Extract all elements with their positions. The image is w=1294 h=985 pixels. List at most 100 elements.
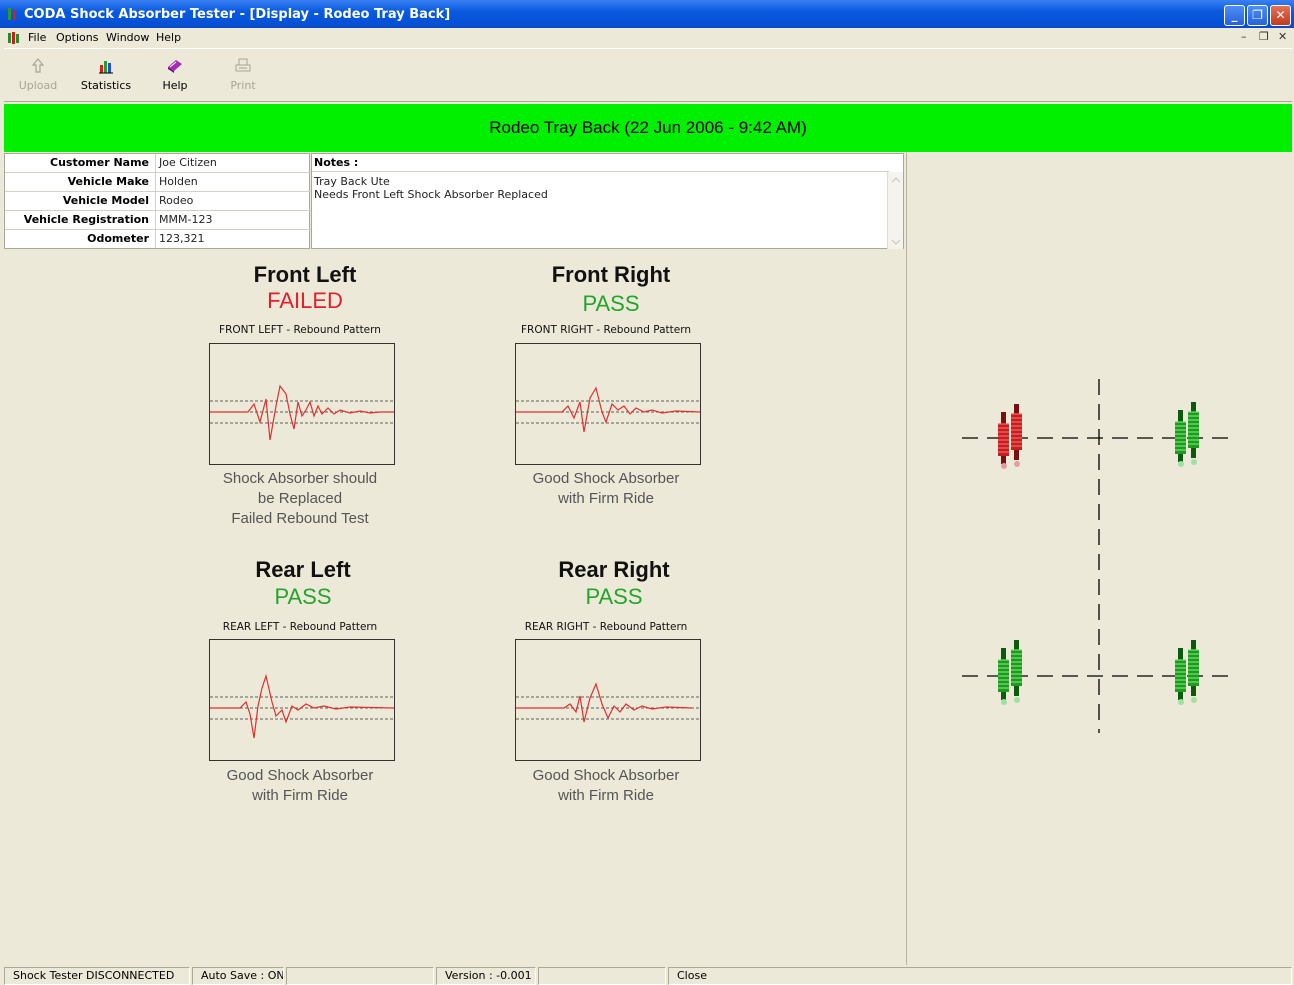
- title-bar: CODA Shock Absorber Tester - [Display - …: [0, 0, 1294, 28]
- menu-file[interactable]: File: [28, 31, 46, 44]
- toolbar: Upload Statistics Help Print: [4, 48, 1292, 102]
- minimize-button[interactable]: _: [1224, 5, 1245, 26]
- diagnosis-line: Shock Absorber should: [222, 470, 378, 487]
- status-empty: [286, 967, 434, 985]
- statistics-label: Statistics: [80, 79, 132, 92]
- front-right-graph-caption: FRONT RIGHT - Rebound Pattern: [521, 324, 691, 336]
- rebound-trace: [516, 682, 700, 723]
- diagnosis-line: with Firm Ride: [558, 787, 654, 804]
- test-banner: Rodeo Tray Back (22 Jun 2006 - 9:42 AM): [4, 104, 1292, 152]
- diagnosis-line: Good Shock Absorber: [532, 470, 680, 487]
- rear-left-diagnosis: Good Shock Absorber with Firm Ride: [180, 766, 420, 806]
- vehicle-registration-value[interactable]: MMM-123: [159, 211, 212, 229]
- print-button[interactable]: Print: [213, 55, 273, 99]
- info-label: Vehicle Registration: [5, 211, 156, 229]
- info-row: Vehicle Registration MMM-123: [5, 211, 311, 230]
- rear-right-rebound-graph: [515, 639, 701, 761]
- notes-line: Tray Back Ute: [314, 175, 390, 188]
- front-left-rebound-graph: [209, 343, 395, 465]
- scroll-arrows-icon: [891, 177, 901, 245]
- front-left-status: FAILED: [267, 288, 343, 313]
- connection-status: Shock Tester DISCONNECTED: [4, 967, 190, 985]
- front-left-diagnosis: Shock Absorber should be Replaced Failed…: [180, 469, 420, 529]
- vehicle-info-table: Customer Name Joe Citizen Vehicle Make H…: [4, 153, 311, 249]
- rear-right-shock-icon[interactable]: [1174, 639, 1200, 706]
- front-left-graph-caption: FRONT LEFT - Rebound Pattern: [219, 324, 381, 336]
- version-status: Version : -0.001: [436, 967, 536, 985]
- diagnosis-line: be Replaced: [257, 490, 343, 507]
- status-empty: [538, 967, 666, 985]
- customer-name-value[interactable]: Joe Citizen: [159, 154, 217, 172]
- results-panel: Front Left FAILED FRONT LEFT - Rebound P…: [4, 250, 905, 965]
- vehicle-axle-diagram: [962, 379, 1237, 733]
- notes-textarea[interactable]: Tray Back Ute Needs Front Left Shock Abs…: [314, 175, 548, 201]
- info-row: Odometer 123,321: [5, 230, 311, 249]
- info-label: Vehicle Model: [5, 192, 156, 210]
- notes-panel: Notes : Tray Back Ute Needs Front Left S…: [311, 153, 904, 249]
- help-book-icon: [168, 60, 182, 73]
- autosave-status: Auto Save : ON: [192, 967, 284, 985]
- odometer-value[interactable]: 123,321: [159, 230, 205, 248]
- rear-left-graph-caption: REAR LEFT - Rebound Pattern: [222, 621, 378, 633]
- rear-left-status: PASS: [274, 584, 332, 609]
- upload-button[interactable]: Upload: [8, 55, 68, 99]
- mdi-restore-button[interactable]: ❐: [1259, 30, 1269, 43]
- printer-icon: [235, 58, 251, 72]
- menu-window[interactable]: Window: [106, 31, 149, 44]
- help-button[interactable]: Help: [145, 55, 205, 99]
- front-right-rebound-graph: [515, 343, 701, 465]
- info-label: Customer Name: [5, 154, 156, 172]
- diagnosis-line: with Firm Ride: [558, 490, 654, 507]
- front-left-title: Front Left: [253, 262, 357, 287]
- bar-chart-icon: [99, 61, 113, 74]
- notes-line: Needs Front Left Shock Absorber Replaced: [314, 188, 548, 201]
- rear-right-graph-caption: REAR RIGHT - Rebound Pattern: [524, 621, 688, 633]
- vehicle-model-value[interactable]: Rodeo: [159, 192, 193, 210]
- status-bar: Shock Tester DISCONNECTED Auto Save : ON…: [4, 966, 1292, 985]
- notes-label: Notes :: [314, 156, 359, 169]
- statistics-button[interactable]: Statistics: [76, 55, 136, 99]
- document-icon[interactable]: [7, 31, 21, 45]
- info-row: Vehicle Model Rodeo: [5, 192, 311, 211]
- info-label: Odometer: [5, 230, 156, 248]
- diagnosis-line: with Firm Ride: [252, 787, 348, 804]
- menu-help[interactable]: Help: [156, 31, 181, 44]
- rear-left-shock-icon[interactable]: [997, 639, 1023, 706]
- diagnosis-line: Good Shock Absorber: [532, 767, 680, 784]
- notes-scrollbar[interactable]: [887, 172, 903, 249]
- menu-bar: File Options Window Help – ❐ ✕: [0, 28, 1294, 48]
- close-button[interactable]: ✕: [1270, 5, 1291, 26]
- rear-left-rebound-graph: [209, 639, 395, 761]
- close-status-button[interactable]: Close: [668, 967, 1292, 985]
- restore-button[interactable]: ❐: [1247, 5, 1268, 26]
- app-icon: [8, 8, 16, 20]
- upload-label: Upload: [18, 79, 58, 92]
- info-row: Customer Name Joe Citizen: [5, 154, 311, 173]
- help-label: Help: [162, 79, 188, 92]
- front-right-status: PASS: [582, 291, 640, 316]
- rear-right-status: PASS: [585, 584, 643, 609]
- mdi-close-button[interactable]: ✕: [1278, 30, 1287, 43]
- mdi-minimize-button[interactable]: –: [1241, 30, 1247, 43]
- print-label: Print: [230, 79, 256, 92]
- rebound-trace: [516, 386, 701, 433]
- vehicle-make-value[interactable]: Holden: [159, 173, 198, 191]
- info-label: Vehicle Make: [5, 173, 156, 191]
- front-right-title: Front Right: [551, 262, 671, 287]
- rear-right-title: Rear Right: [558, 557, 670, 582]
- window-title: CODA Shock Absorber Tester - [Display - …: [24, 7, 451, 22]
- vehicle-layout-panel: [906, 153, 1292, 965]
- front-left-shock-icon[interactable]: [997, 403, 1023, 470]
- rear-right-diagnosis: Good Shock Absorber with Firm Ride: [486, 766, 726, 806]
- upload-icon: [31, 58, 45, 73]
- front-right-diagnosis: Good Shock Absorber with Firm Ride: [486, 469, 726, 509]
- menu-options[interactable]: Options: [56, 31, 98, 44]
- rebound-trace: [210, 384, 394, 441]
- rear-left-title: Rear Left: [255, 557, 351, 582]
- front-right-shock-icon[interactable]: [1174, 401, 1200, 468]
- diagnosis-line: Good Shock Absorber: [226, 767, 374, 784]
- rebound-trace: [210, 673, 395, 739]
- notes-divider: [312, 171, 889, 172]
- diagnosis-line: Failed Rebound Test: [231, 510, 369, 527]
- info-row: Vehicle Make Holden: [5, 173, 311, 192]
